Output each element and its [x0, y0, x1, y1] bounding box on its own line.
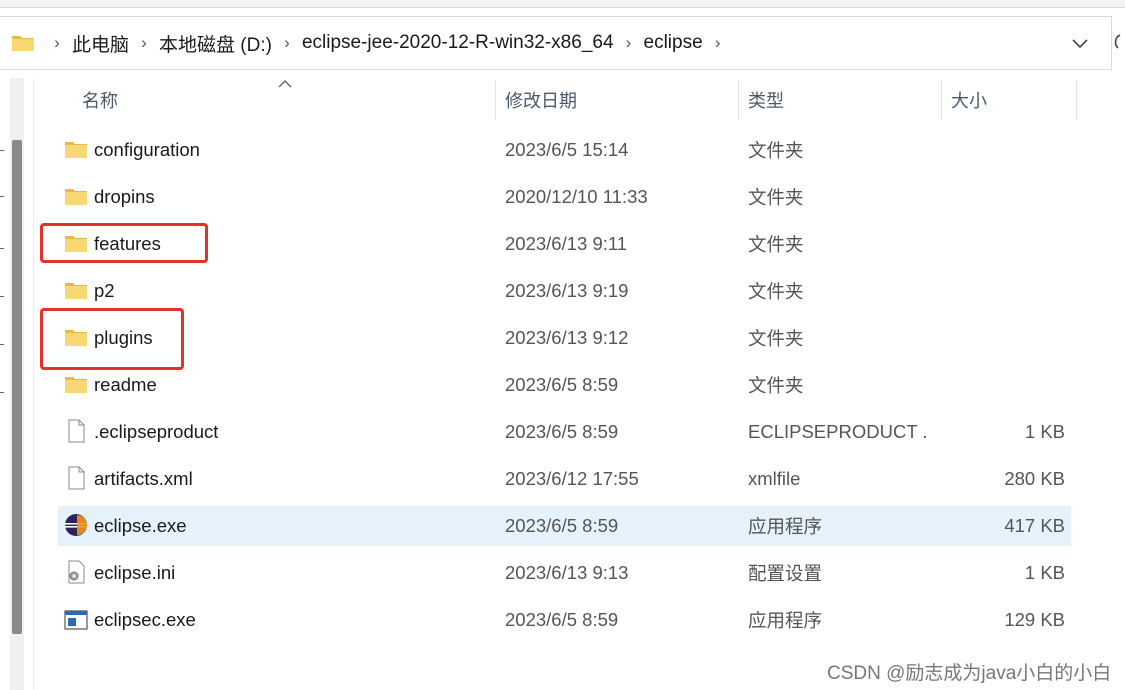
- breadcrumb-this-pc[interactable]: 此电脑: [68, 30, 133, 57]
- file-date: 2023/6/12 17:55: [505, 468, 639, 489]
- column-divider[interactable]: [941, 80, 942, 120]
- file-size: 280 KB: [1004, 468, 1065, 489]
- highlight-box-features: [40, 223, 208, 263]
- file-size: [918, 318, 1065, 358]
- file-size: [918, 365, 1065, 405]
- nav-tick: [0, 150, 4, 151]
- breadcrumb-eclipse[interactable]: eclipse: [640, 32, 707, 54]
- file-row-artifacts-xml[interactable]: artifacts.xml 2023/6/12 17:55 xmlfile 28…: [58, 459, 1071, 499]
- file-date: 2023/6/5 8:59: [505, 421, 619, 442]
- file-date: 2023/6/5 15:14: [505, 139, 629, 160]
- file-size: [918, 130, 1065, 170]
- nav-tick: [0, 196, 4, 197]
- folder-icon: [64, 281, 88, 301]
- settings-file-icon: [64, 560, 88, 584]
- breadcrumb-separator-icon[interactable]: ›: [618, 33, 640, 53]
- console-app-icon: [64, 610, 88, 630]
- file-type: 应用程序: [748, 610, 823, 631]
- column-divider[interactable]: [495, 80, 496, 120]
- breadcrumb: › 此电脑 › 本地磁盘 (D:) › eclipse-jee-2020-12-…: [0, 17, 729, 69]
- file-date: 2023/6/13 9:12: [505, 327, 629, 348]
- refresh-icon[interactable]: [1108, 31, 1122, 56]
- file-date: 2023/6/13 9:13: [505, 562, 629, 583]
- file-type: 文件夹: [748, 328, 804, 349]
- file-name: .eclipseproduct: [94, 421, 219, 442]
- nav-tick: [0, 344, 4, 345]
- breadcrumb-separator-icon[interactable]: ›: [707, 33, 729, 53]
- file-row-features[interactable]: features 2023/6/13 9:11 文件夹: [58, 224, 1071, 264]
- file-size: [918, 177, 1065, 217]
- file-type: 文件夹: [748, 187, 804, 208]
- file-date: 2023/6/5 8:59: [505, 609, 619, 630]
- file-size: [918, 224, 1065, 264]
- file-type: ECLIPSEPRODUCT ...: [748, 421, 928, 442]
- nav-tick: [0, 392, 4, 393]
- file-type: xmlfile: [748, 468, 801, 489]
- folder-icon: [64, 187, 88, 207]
- file-date: 2020/12/10 11:33: [505, 186, 648, 207]
- file-type: 文件夹: [748, 140, 804, 161]
- file-type: 文件夹: [748, 375, 804, 396]
- breadcrumb-local-disk[interactable]: 本地磁盘 (D:): [155, 30, 276, 57]
- file-size: 1 KB: [1024, 421, 1065, 442]
- address-history-chevron-down-icon[interactable]: [1066, 29, 1094, 57]
- file-icon: [64, 419, 88, 443]
- file-date: 2023/6/13 9:11: [505, 233, 628, 254]
- highlight-box-plugins: [40, 308, 184, 370]
- file-row-eclipse-ini[interactable]: eclipse.ini 2023/6/13 9:13 配置设置 1 KB: [58, 553, 1071, 593]
- file-size: 417 KB: [1004, 515, 1065, 536]
- folder-icon: [64, 140, 88, 160]
- watermark: CSDN @励志成为java小白的小白: [827, 663, 1112, 684]
- file-date: 2023/6/5 8:59: [505, 515, 619, 536]
- file-name: eclipse.exe: [94, 515, 187, 536]
- file-row-plugins[interactable]: plugins 2023/6/13 9:12 文件夹: [58, 318, 1071, 358]
- file-name: eclipse.ini: [94, 562, 176, 583]
- file-icon: [64, 466, 88, 490]
- nav-tick: [0, 248, 4, 249]
- column-header-size[interactable]: 大小: [951, 80, 1071, 120]
- file-name: readme: [94, 374, 157, 395]
- file-date: 2023/6/5 8:59: [505, 374, 619, 395]
- file-name: eclipsec.exe: [94, 609, 196, 630]
- eclipse-app-icon: [64, 514, 88, 536]
- navigation-scrollbar-thumb[interactable]: [12, 140, 22, 634]
- breadcrumb-separator-icon[interactable]: ›: [276, 33, 298, 53]
- folder-icon: [64, 375, 88, 395]
- column-divider[interactable]: [1076, 80, 1077, 120]
- breadcrumb-separator-icon[interactable]: ›: [46, 33, 68, 53]
- nav-tick: [0, 296, 4, 297]
- column-divider[interactable]: [738, 80, 739, 120]
- file-type: 应用程序: [748, 516, 823, 537]
- column-header-name[interactable]: 名称: [82, 80, 492, 120]
- breadcrumb-eclipse-package[interactable]: eclipse-jee-2020-12-R-win32-x86_64: [298, 32, 618, 54]
- file-row-configuration[interactable]: configuration 2023/6/5 15:14 文件夹: [58, 130, 1071, 170]
- file-name: configuration: [94, 139, 200, 160]
- file-row-p2[interactable]: p2 2023/6/13 9:19 文件夹: [58, 271, 1071, 311]
- column-header-type[interactable]: 类型: [748, 80, 938, 120]
- file-name: artifacts.xml: [94, 468, 193, 489]
- file-size: [918, 271, 1065, 311]
- file-row-eclipseproduct[interactable]: .eclipseproduct 2023/6/5 8:59 ECLIPSEPRO…: [58, 412, 1071, 452]
- file-row-readme[interactable]: readme 2023/6/5 8:59 文件夹: [58, 365, 1071, 405]
- file-size: 1 KB: [1024, 562, 1065, 583]
- file-size: 129 KB: [1004, 609, 1065, 630]
- file-row-dropins[interactable]: dropins 2020/12/10 11:33 文件夹: [58, 177, 1071, 217]
- file-type: 配置设置: [748, 563, 823, 584]
- window-top-strip: [0, 0, 1125, 8]
- file-row-eclipsec-exe[interactable]: eclipsec.exe 2023/6/5 8:59 应用程序 129 KB: [58, 600, 1071, 640]
- address-folder-icon: [0, 17, 46, 69]
- file-type: 文件夹: [748, 281, 804, 302]
- file-row-eclipse-exe[interactable]: eclipse.exe 2023/6/5 8:59 应用程序 417 KB: [58, 506, 1071, 546]
- breadcrumb-separator-icon[interactable]: ›: [133, 33, 155, 53]
- file-name: dropins: [94, 186, 155, 207]
- file-type: 文件夹: [748, 234, 804, 255]
- column-header-date[interactable]: 修改日期: [505, 80, 733, 120]
- file-name: p2: [94, 280, 115, 301]
- file-date: 2023/6/13 9:19: [505, 280, 629, 301]
- address-bar[interactable]: › 此电脑 › 本地磁盘 (D:) › eclipse-jee-2020-12-…: [0, 16, 1121, 70]
